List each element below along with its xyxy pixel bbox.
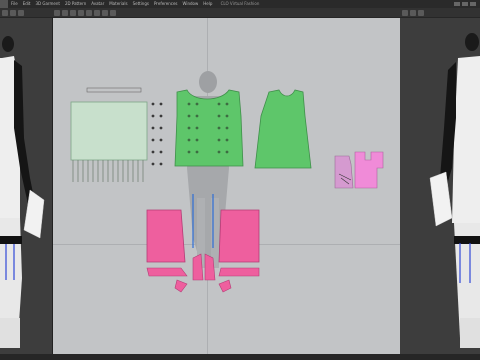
tool-button[interactable]	[410, 9, 416, 16]
close-icon[interactable]	[470, 2, 476, 6]
menu-avatar[interactable]: Avatar	[91, 0, 104, 8]
pattern-edit-icon[interactable]	[54, 9, 60, 16]
front-pattern	[174, 89, 244, 167]
tool-button[interactable]	[418, 9, 424, 16]
3d-toolbar	[0, 8, 52, 18]
minimize-icon[interactable]	[454, 2, 460, 6]
tool-button[interactable]	[86, 9, 92, 16]
avatar-3d	[0, 36, 45, 348]
menu-2d-pattern[interactable]: 2D Pattern	[65, 0, 86, 8]
zoom-icon[interactable]	[18, 9, 24, 16]
avatar-icon[interactable]	[402, 9, 408, 16]
back-pattern	[254, 89, 312, 169]
menu-materials[interactable]: Materials	[109, 0, 127, 8]
sewing-icon[interactable]	[70, 9, 76, 16]
menu-preferences[interactable]: Preferences	[154, 0, 178, 8]
ruffle-pattern	[70, 87, 148, 182]
pad-patterns	[334, 151, 384, 189]
3d-viewport-left[interactable]	[0, 18, 52, 358]
button-pieces	[151, 102, 163, 166]
3d-viewport-right[interactable]	[400, 18, 480, 358]
2d-toolbar	[52, 8, 400, 18]
tool-button[interactable]	[78, 9, 84, 16]
rotate-icon[interactable]	[10, 9, 16, 16]
menu-file[interactable]: File	[11, 0, 18, 8]
segment-icon[interactable]	[62, 9, 68, 16]
tool-button[interactable]	[102, 9, 108, 16]
menu-edit[interactable]: Edit	[23, 0, 31, 8]
window-controls	[454, 2, 480, 6]
avatar-3d-right	[429, 33, 480, 348]
maximize-icon[interactable]	[462, 2, 468, 6]
menu-window[interactable]: Window	[183, 0, 199, 8]
tool-button[interactable]	[110, 9, 116, 16]
menu-settings[interactable]: Settings	[133, 0, 149, 8]
status-bar	[0, 354, 480, 360]
3d-select-icon[interactable]	[2, 9, 8, 16]
right-toolbar	[400, 8, 480, 18]
pattern-canvas	[70, 71, 384, 293]
tool-button[interactable]	[94, 9, 100, 16]
window-title: CLO Virtual Fashion	[220, 1, 260, 6]
2d-pattern-window[interactable]	[52, 18, 402, 358]
menu-3d-garment[interactable]: 3D Garment	[35, 0, 59, 8]
app-logo-icon	[0, 0, 8, 8]
